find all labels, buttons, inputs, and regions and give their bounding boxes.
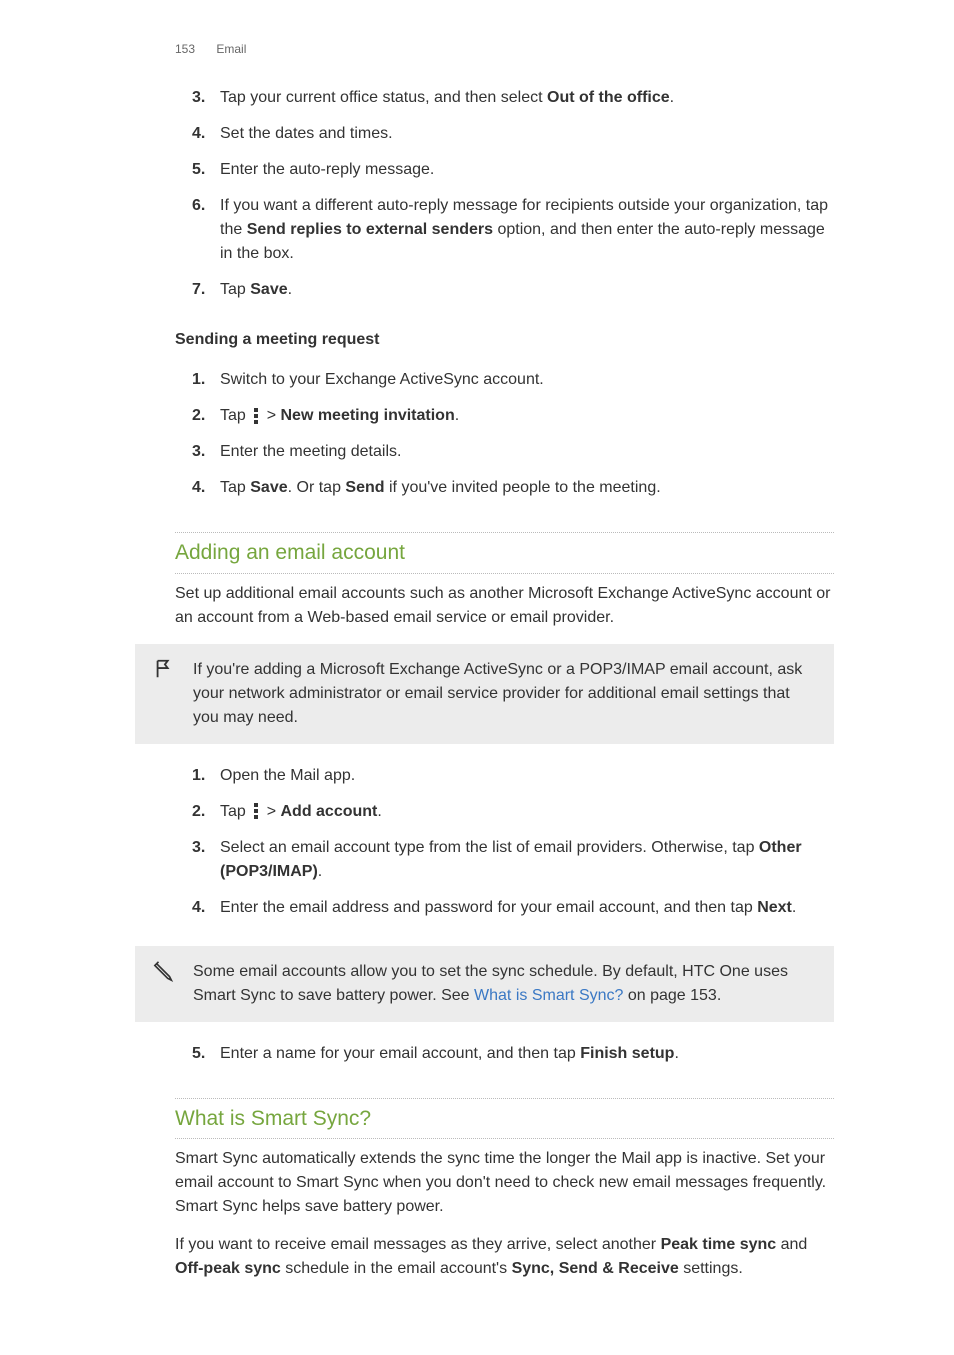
item-marker: 4. — [192, 896, 205, 920]
section-heading-adding-account: Adding an email account — [175, 532, 834, 574]
item-marker: 6. — [192, 194, 205, 218]
list-item: 4. Enter the email address and password … — [220, 890, 834, 926]
document-page: 153 Email 3. Tap your current office sta… — [0, 0, 954, 1355]
list-item: 5. Enter a name for your email account, … — [220, 1036, 834, 1072]
item-text: Tap — [220, 407, 250, 424]
item-text: Switch to your Exchange ActiveSync accou… — [220, 371, 544, 388]
item-post: . — [318, 863, 322, 880]
item-marker: 2. — [192, 800, 205, 824]
page-header: 153 Email — [175, 40, 246, 58]
p2-bold: Sync, Send & Receive — [512, 1260, 679, 1277]
item-text: Tap — [220, 479, 250, 496]
ordered-list-finish: 5. Enter a name for your email account, … — [175, 1036, 834, 1072]
list-item: 3. Tap your current office status, and t… — [220, 80, 834, 116]
list-item: 7. Tap Save. — [220, 272, 834, 308]
pencil-icon — [153, 960, 175, 982]
item-text: Tap — [220, 803, 250, 820]
smart-sync-paragraph-1: Smart Sync automatically extends the syn… — [175, 1147, 834, 1219]
item-bold: Send replies to external senders — [247, 221, 493, 238]
item-marker: 3. — [192, 836, 205, 860]
page-number: 153 — [175, 42, 195, 56]
item-post: if you've invited people to the meeting. — [385, 479, 661, 496]
p2-bold: Off-peak sync — [175, 1260, 281, 1277]
item-text: Tap — [220, 281, 250, 298]
item-bold: New meeting invitation — [280, 407, 454, 424]
smart-sync-link[interactable]: What is Smart Sync? — [474, 987, 623, 1004]
ordered-list-auto-reply: 3. Tap your current office status, and t… — [175, 80, 834, 308]
item-bold: Out of the office — [547, 89, 670, 106]
item-mid: > — [262, 803, 280, 820]
subheading-meeting-request: Sending a meeting request — [175, 328, 834, 352]
item-bold: Save — [250, 479, 287, 496]
callout-text: If you're adding a Microsoft Exchange Ac… — [193, 661, 802, 726]
item-text: Enter the email address and password for… — [220, 899, 757, 916]
list-item: 3. Enter the meeting details. — [220, 434, 834, 470]
item-bold: Send — [345, 479, 384, 496]
item-bold: Add account — [280, 803, 377, 820]
item-marker: 1. — [192, 368, 205, 392]
ordered-list-meeting: 1. Switch to your Exchange ActiveSync ac… — [175, 362, 834, 506]
item-post: . — [674, 1045, 678, 1062]
item-mid: . Or tap — [288, 479, 346, 496]
p2-mid: schedule in the email account's — [281, 1260, 512, 1277]
item-post: . — [288, 281, 292, 298]
list-item: 4. Set the dates and times. — [220, 116, 834, 152]
item-text: Set the dates and times. — [220, 125, 393, 142]
item-marker: 3. — [192, 86, 205, 110]
note-callout: If you're adding a Microsoft Exchange Ac… — [135, 644, 834, 744]
item-marker: 4. — [192, 122, 205, 146]
item-text: Select an email account type from the li… — [220, 839, 759, 856]
item-bold: Save — [250, 281, 287, 298]
list-item: 5. Enter the auto-reply message. — [220, 152, 834, 188]
item-post: . — [792, 899, 796, 916]
p2-bold: Peak time sync — [661, 1236, 777, 1253]
item-marker: 4. — [192, 476, 205, 500]
list-item: 2. Tap > Add account. — [220, 794, 834, 830]
list-item: 2. Tap > New meeting invitation. — [220, 398, 834, 434]
item-post: . — [455, 407, 459, 424]
smart-sync-paragraph-2: If you want to receive email messages as… — [175, 1233, 834, 1281]
more-options-icon — [251, 803, 261, 819]
header-section: Email — [216, 42, 246, 56]
list-item: 3. Select an email account type from the… — [220, 830, 834, 890]
item-marker: 5. — [192, 158, 205, 182]
item-text: Tap your current office status, and then… — [220, 89, 547, 106]
item-post: . — [670, 89, 674, 106]
item-post: . — [377, 803, 381, 820]
item-text: Enter the meeting details. — [220, 443, 401, 460]
item-marker: 2. — [192, 404, 205, 428]
p2-post: settings. — [679, 1260, 743, 1277]
p2-mid: and — [776, 1236, 807, 1253]
section-intro: Set up additional email accounts such as… — [175, 582, 834, 630]
section-heading-smart-sync: What is Smart Sync? — [175, 1098, 834, 1140]
item-text: Open the Mail app. — [220, 767, 355, 784]
item-mid: > — [262, 407, 280, 424]
list-item: 1. Open the Mail app. — [220, 758, 834, 794]
item-bold: Finish setup — [580, 1045, 674, 1062]
callout-text-post: on page 153. — [623, 987, 721, 1004]
list-item: 4. Tap Save. Or tap Send if you've invit… — [220, 470, 834, 506]
ordered-list-add-account: 1. Open the Mail app. 2. Tap > Add accou… — [175, 758, 834, 926]
more-options-icon — [251, 408, 261, 424]
item-bold: Next — [757, 899, 792, 916]
flag-icon — [153, 658, 175, 680]
list-item: 1. Switch to your Exchange ActiveSync ac… — [220, 362, 834, 398]
item-marker: 3. — [192, 440, 205, 464]
item-text: Enter a name for your email account, and… — [220, 1045, 580, 1062]
item-text: Enter the auto-reply message. — [220, 161, 434, 178]
item-marker: 5. — [192, 1042, 205, 1066]
page-content: 3. Tap your current office status, and t… — [175, 80, 834, 1281]
item-marker: 7. — [192, 278, 205, 302]
list-item: 6. If you want a different auto-reply me… — [220, 188, 834, 272]
item-marker: 1. — [192, 764, 205, 788]
tip-callout: Some email accounts allow you to set the… — [135, 946, 834, 1022]
p2-pre: If you want to receive email messages as… — [175, 1236, 661, 1253]
